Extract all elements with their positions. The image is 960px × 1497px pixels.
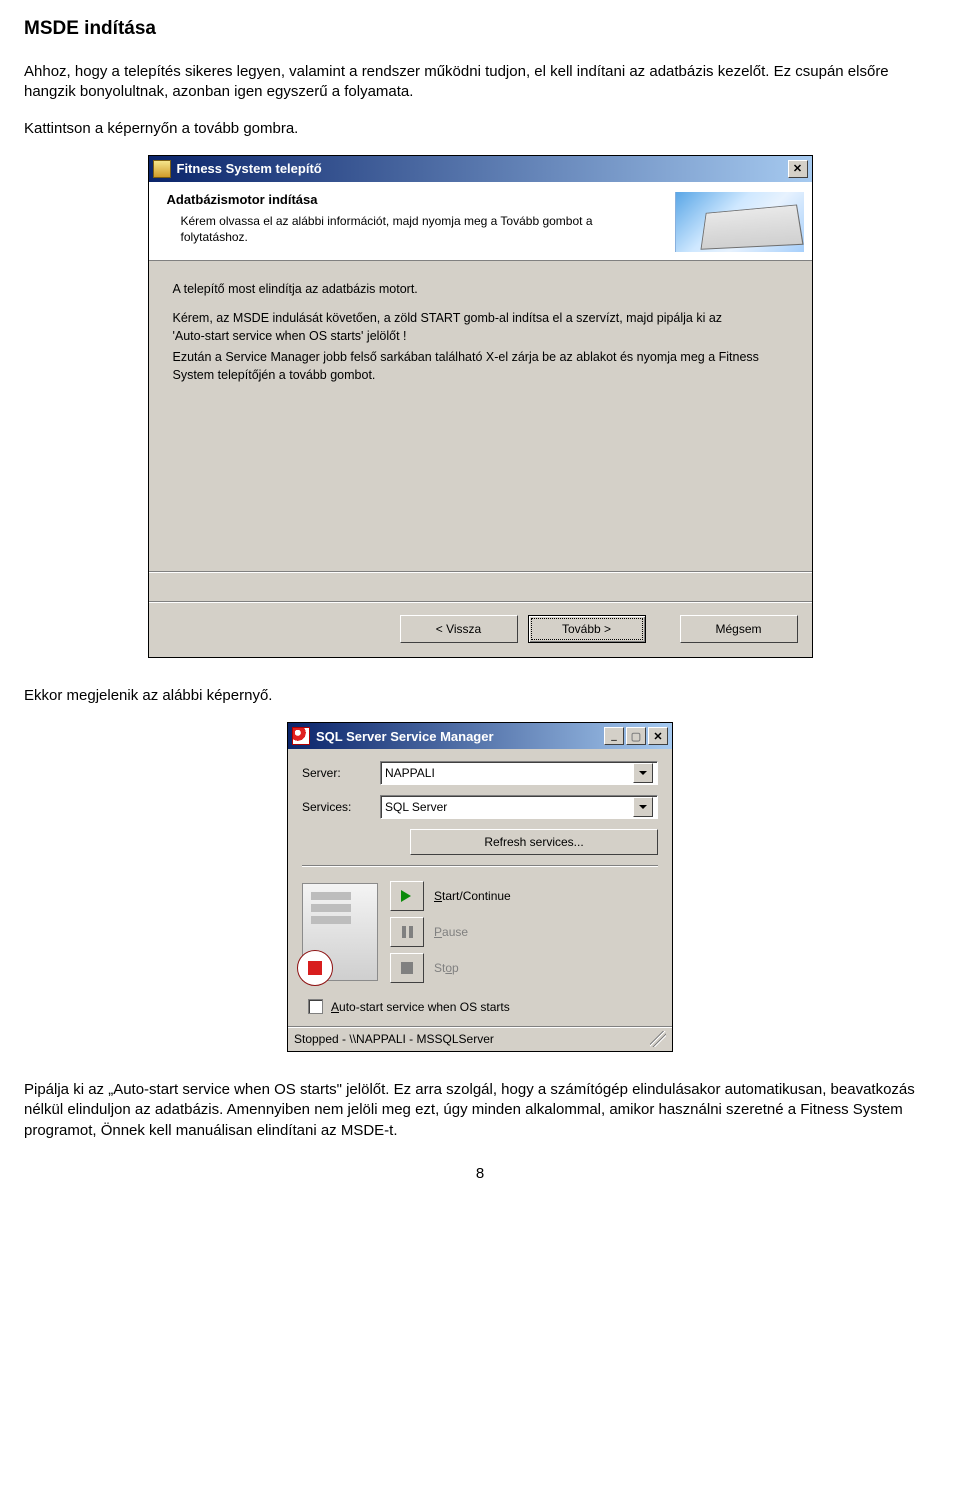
banner-image bbox=[675, 192, 804, 252]
chevron-down-icon[interactable] bbox=[633, 763, 653, 783]
doc-paragraph: Kattintson a képernyőn a tovább gombra. bbox=[24, 119, 936, 139]
chevron-down-icon[interactable] bbox=[633, 797, 653, 817]
body-text: Ezután a Service Manager jobb felső sark… bbox=[173, 349, 788, 384]
services-combo[interactable]: SQL Server bbox=[380, 795, 658, 819]
resize-grip-icon[interactable] bbox=[650, 1031, 666, 1047]
installer-title: Fitness System telepítő bbox=[177, 161, 322, 176]
autostart-checkbox[interactable] bbox=[308, 999, 323, 1014]
pause-button bbox=[390, 917, 424, 947]
server-label: Server: bbox=[302, 766, 380, 780]
doc-paragraph: Ekkor megjelenik az alábbi képernyő. bbox=[24, 686, 936, 706]
server-value: NAPPALI bbox=[385, 766, 435, 780]
next-button[interactable]: Tovább > bbox=[528, 615, 646, 643]
pause-label: Pause bbox=[434, 925, 468, 939]
page-number: 8 bbox=[24, 1165, 936, 1182]
svc-title: SQL Server Service Manager bbox=[316, 729, 494, 744]
service-manager-window: SQL Server Service Manager _ ▢ ✕ Server:… bbox=[287, 722, 673, 1052]
server-combo[interactable]: NAPPALI bbox=[380, 761, 658, 785]
close-icon[interactable]: ✕ bbox=[788, 160, 808, 178]
services-label: Services: bbox=[302, 800, 380, 814]
installer-icon bbox=[153, 160, 171, 178]
body-text: Kérem, az MSDE indulását követően, a zöl… bbox=[173, 310, 788, 328]
banner-title: Adatbázismotor indítása bbox=[167, 192, 675, 207]
autostart-label: Auto-start service when OS starts bbox=[331, 1000, 510, 1014]
maximize-icon: ▢ bbox=[626, 727, 646, 745]
start-label: Start/Continue bbox=[434, 889, 511, 903]
doc-paragraph: Ahhoz, hogy a telepítés sikeres legyen, … bbox=[24, 62, 936, 103]
refresh-services-button[interactable]: Refresh services... bbox=[410, 829, 658, 855]
server-status-icon bbox=[302, 883, 378, 981]
installer-titlebar: Fitness System telepítő ✕ bbox=[149, 156, 812, 182]
installer-body: A telepítő most elindítja az adatbázis m… bbox=[149, 261, 812, 571]
back-button[interactable]: < Vissza bbox=[400, 615, 518, 643]
close-icon[interactable]: ✕ bbox=[648, 727, 668, 745]
doc-paragraph: Pipálja ki az „Auto-start service when O… bbox=[24, 1080, 936, 1141]
status-text: Stopped - \\NAPPALI - MSSQLServer bbox=[294, 1032, 494, 1046]
cancel-button[interactable]: Mégsem bbox=[680, 615, 798, 643]
installer-footer: < Vissza Tovább > Mégsem bbox=[149, 603, 812, 657]
minimize-icon[interactable]: _ bbox=[604, 727, 624, 745]
status-bar: Stopped - \\NAPPALI - MSSQLServer bbox=[288, 1026, 672, 1051]
svc-titlebar: SQL Server Service Manager _ ▢ ✕ bbox=[288, 723, 672, 749]
doc-heading: MSDE indítása bbox=[24, 18, 936, 40]
svc-app-icon bbox=[292, 727, 310, 745]
stop-icon bbox=[401, 962, 413, 974]
start-button[interactable] bbox=[390, 881, 424, 911]
stop-button bbox=[390, 953, 424, 983]
installer-banner: Adatbázismotor indítása Kérem olvassa el… bbox=[149, 182, 812, 261]
body-text: A telepítő most elindítja az adatbázis m… bbox=[173, 281, 788, 299]
stopped-indicator-icon bbox=[297, 950, 333, 986]
services-value: SQL Server bbox=[385, 800, 447, 814]
body-text: 'Auto-start service when OS starts' jelö… bbox=[173, 328, 788, 346]
pause-icon bbox=[402, 926, 413, 938]
installer-window: Fitness System telepítő ✕ Adatbázismotor… bbox=[148, 155, 813, 658]
stop-label: Stop bbox=[434, 961, 459, 975]
play-icon bbox=[401, 890, 417, 902]
banner-subtitle: Kérem olvassa el az alábbi információt, … bbox=[181, 213, 601, 245]
